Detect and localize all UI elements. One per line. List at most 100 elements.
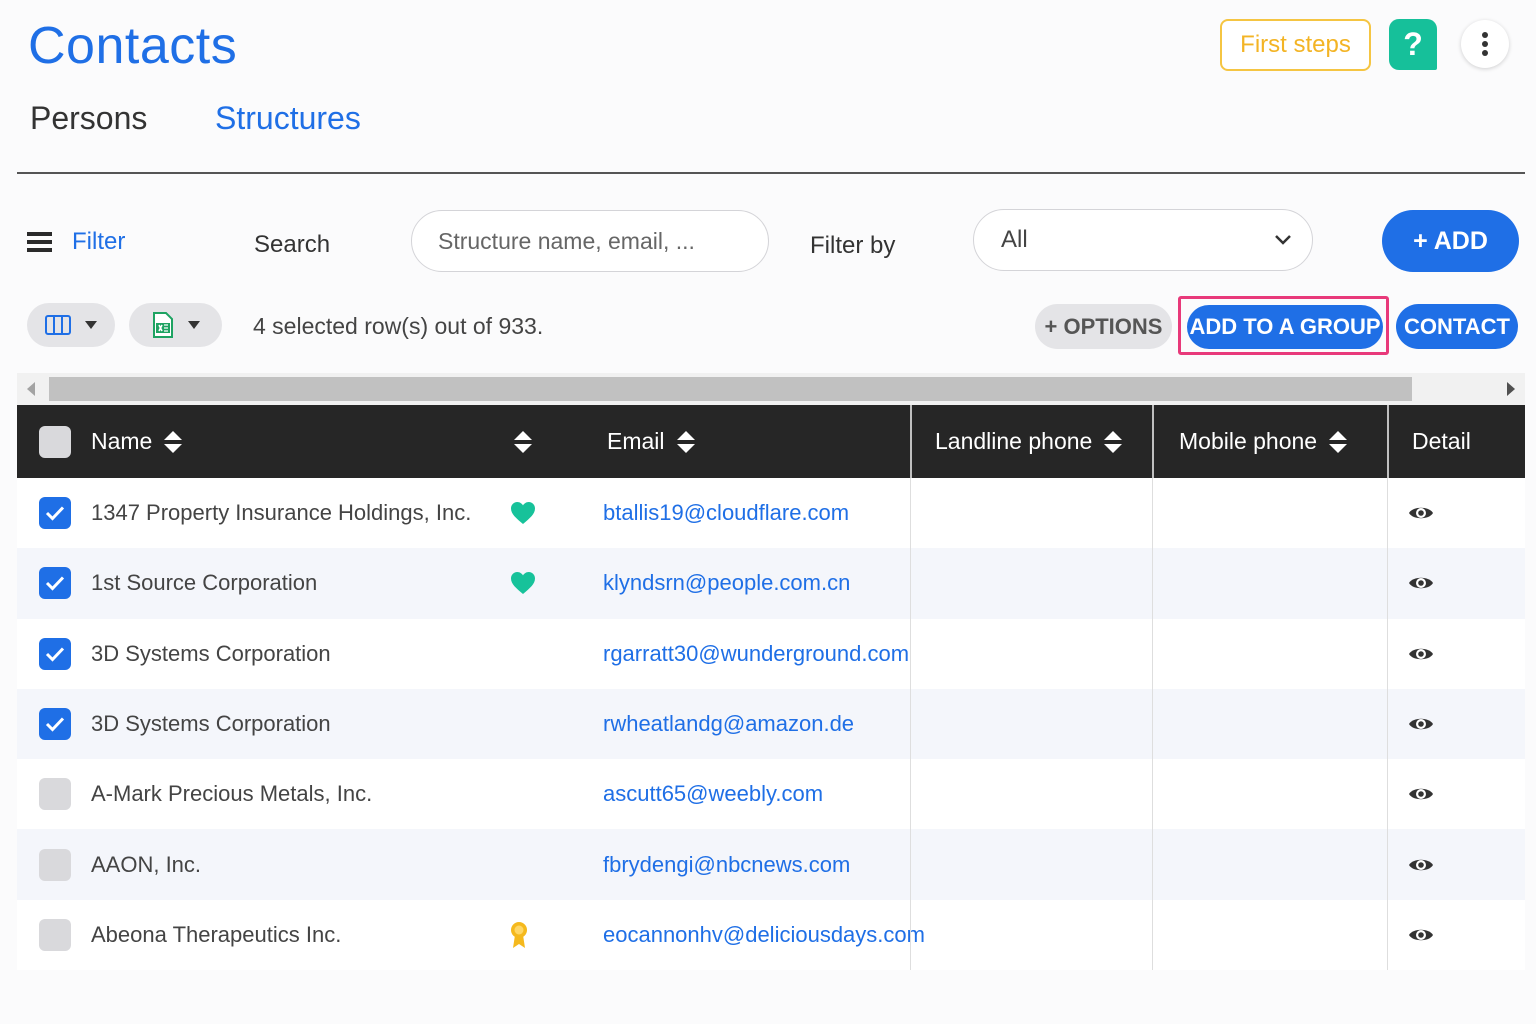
column-divider [1387, 548, 1388, 619]
table-row[interactable]: A-Mark Precious Metals, Inc. ascutt65@wee… [17, 759, 1525, 830]
row-checkbox[interactable] [39, 637, 71, 670]
page-title: Contacts [28, 17, 238, 75]
view-detail-button[interactable] [1408, 504, 1434, 522]
column-divider [1152, 478, 1153, 549]
heart-icon [511, 502, 535, 525]
eye-icon [1409, 859, 1433, 870]
eye-icon [1409, 578, 1433, 589]
vertical-dots-icon [1482, 32, 1488, 56]
scroll-right-arrow-icon[interactable] [1507, 382, 1515, 396]
row-checkbox[interactable] [39, 918, 71, 951]
column-divider [1152, 548, 1153, 619]
structure-name: 1347 Property Insurance Holdings, Inc. [91, 500, 472, 526]
add-button[interactable]: + ADD [1382, 210, 1519, 272]
filter-by-select[interactable]: All [973, 209, 1313, 271]
tabs-divider [17, 172, 1525, 174]
email-link[interactable]: rwheatlandg@amazon.de [603, 711, 854, 737]
filter-label: Filter [72, 228, 126, 255]
eye-icon [1409, 648, 1433, 659]
structure-name: A-Mark Precious Metals, Inc. [91, 781, 373, 807]
view-detail-button[interactable] [1408, 785, 1434, 803]
email-link[interactable]: rgarratt30@wunderground.com [603, 641, 909, 667]
sort-icon[interactable] [676, 430, 696, 454]
view-detail-button[interactable] [1408, 926, 1434, 944]
columns-icon [45, 315, 71, 335]
table-row[interactable]: 1347 Property Insurance Holdings, Inc. bt… [17, 478, 1525, 549]
sort-icon[interactable] [1103, 430, 1123, 454]
tab-structures[interactable]: Structures [215, 100, 361, 137]
column-divider [910, 688, 911, 760]
filter-toggle[interactable]: Filter [27, 228, 125, 256]
email-link[interactable]: eocannonhv@deliciousdays.com [603, 922, 925, 948]
caret-down-icon [85, 321, 97, 329]
view-detail-button[interactable] [1408, 645, 1434, 663]
column-divider [910, 478, 911, 549]
column-divider [910, 548, 911, 619]
row-checkbox[interactable] [39, 778, 71, 811]
email-link[interactable]: ascutt65@weebly.com [603, 781, 823, 807]
column-header-mobile-phone[interactable]: Mobile phone [1179, 428, 1317, 455]
table-row[interactable]: 3D Systems Corporation rgarratt30@wunderg… [17, 618, 1525, 689]
structure-name: 1st Source Corporation [91, 570, 318, 596]
scrollbar-thumb[interactable] [49, 377, 1412, 401]
row-checkbox[interactable] [39, 708, 71, 741]
checkmark-icon [45, 576, 65, 592]
column-divider [910, 618, 911, 689]
sort-icon[interactable] [513, 430, 533, 454]
checkmark-icon [45, 647, 65, 662]
column-header-name[interactable]: Name [91, 428, 152, 455]
row-checkbox[interactable] [39, 567, 71, 600]
sort-icon[interactable] [163, 430, 183, 454]
column-divider [1152, 899, 1153, 971]
row-checkbox[interactable] [39, 497, 71, 530]
table-row[interactable]: Abeona Therapeutics Inc. eocannonhv@delic… [17, 899, 1525, 971]
eye-icon [1409, 789, 1433, 800]
help-button[interactable]: ? [1389, 19, 1437, 70]
export-excel-button[interactable] [129, 303, 222, 347]
email-link[interactable]: btallis19@cloudflare.com [603, 500, 849, 526]
column-divider [1387, 829, 1388, 900]
tab-persons[interactable]: Persons [30, 100, 147, 137]
column-header-email[interactable]: Email [607, 428, 665, 455]
column-divider [910, 405, 912, 478]
column-divider [1387, 405, 1389, 478]
scroll-left-arrow-icon[interactable] [27, 382, 35, 396]
row-checkbox[interactable] [39, 848, 71, 881]
view-detail-button[interactable] [1408, 856, 1434, 874]
column-divider [1387, 759, 1388, 830]
view-detail-button[interactable] [1408, 715, 1434, 733]
structure-name: 3D Systems Corporation [91, 711, 331, 737]
structure-name: 3D Systems Corporation [91, 640, 331, 666]
column-divider [1387, 618, 1388, 689]
add-to-group-button[interactable]: ADD TO A GROUP [1187, 305, 1383, 349]
email-link[interactable]: fbrydengi@nbcnews.com [603, 852, 850, 878]
search-input[interactable] [411, 210, 769, 272]
filter-by-value: All [1001, 226, 1028, 253]
column-divider [910, 829, 911, 900]
horizontal-scrollbar[interactable] [17, 373, 1525, 405]
table-row[interactable]: 1st Source Corporation klyndsrn@people.co… [17, 548, 1525, 619]
select-all-checkbox[interactable] [39, 425, 71, 458]
column-header-landline-phone[interactable]: Landline phone [935, 428, 1092, 455]
eye-icon [1409, 507, 1433, 519]
column-divider [1387, 899, 1388, 971]
first-steps-button[interactable]: First steps [1220, 19, 1371, 71]
award-ribbon-icon [511, 921, 527, 948]
search-label: Search [254, 231, 331, 258]
column-divider [1152, 405, 1154, 478]
email-link[interactable]: klyndsrn@people.com.cn [603, 570, 850, 596]
column-divider [910, 899, 911, 971]
view-detail-button[interactable] [1408, 574, 1434, 592]
more-options-button[interactable] [1461, 20, 1509, 68]
eye-icon [1409, 929, 1433, 941]
columns-button[interactable] [27, 303, 115, 347]
contact-button[interactable]: CONTACT [1396, 304, 1518, 349]
sort-icon[interactable] [1328, 430, 1348, 454]
table-row[interactable]: 3D Systems Corporation rwheatlandg@amazon… [17, 688, 1525, 760]
table-row[interactable]: AAON, Inc. fbrydengi@nbcnews.com [17, 829, 1525, 900]
options-button[interactable]: + OPTIONS [1035, 304, 1172, 349]
table-body: 1347 Property Insurance Holdings, Inc. bt… [17, 478, 1525, 971]
question-mark-icon: ? [1403, 26, 1423, 62]
row-badge [510, 921, 528, 949]
excel-file-icon [152, 312, 173, 338]
